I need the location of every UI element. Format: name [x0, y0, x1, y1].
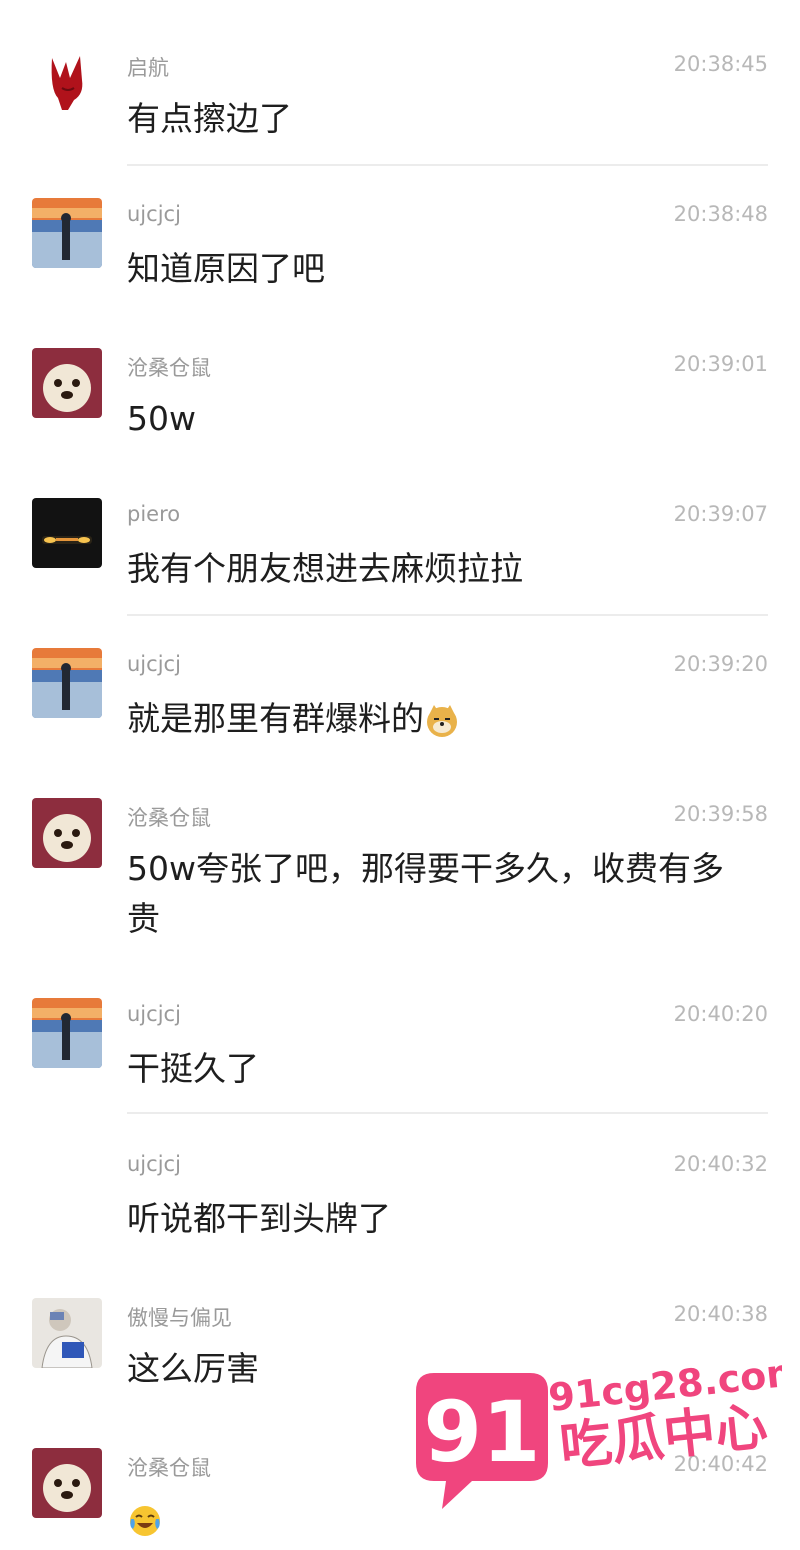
- message-item[interactable]: 沧桑仓鼠 20:39:01 50w: [0, 300, 800, 450]
- sender-name[interactable]: 启航: [127, 52, 169, 82]
- message-time: 20:40:20: [673, 1002, 768, 1026]
- message-item[interactable]: ujcjcj 20:40:32 听说都干到头牌了: [0, 1100, 800, 1250]
- hand-gesture-avatar[interactable]: [32, 48, 102, 118]
- message-text-body: 就是那里有群爆料的: [127, 699, 424, 738]
- message-time: 20:39:20: [673, 652, 768, 676]
- message-item[interactable]: ujcjcj 20:39:20 就是那里有群爆料的: [0, 600, 800, 750]
- message-time: 20:40:32: [673, 1152, 768, 1176]
- sender-name[interactable]: ujcjcj: [127, 1002, 181, 1026]
- dog-avatar[interactable]: [32, 798, 102, 868]
- message-text: 我有个朋友想进去麻烦拉拉: [127, 549, 523, 588]
- message-text: 50w: [127, 399, 196, 438]
- message-text: 有点擦边了: [127, 99, 292, 138]
- sender-name[interactable]: ujcjcj: [127, 1152, 181, 1176]
- message-item[interactable]: ujcjcj 20:38:48 知道原因了吧: [0, 150, 800, 300]
- watermark-logo: 91 91cg28.com 吃瓜中心: [402, 1333, 800, 1513]
- message-item[interactable]: piero 20:39:07 我有个朋友想进去麻烦拉拉: [0, 450, 800, 616]
- sender-name[interactable]: 沧桑仓鼠: [127, 352, 211, 382]
- message-time: 20:38:48: [673, 202, 768, 226]
- sunset-figure-avatar[interactable]: [32, 998, 102, 1068]
- message-text: 50w夸张了吧，那得要干多久，收费有多贵: [127, 849, 724, 938]
- sunset-figure-avatar[interactable]: [32, 198, 102, 268]
- sender-name[interactable]: piero: [127, 502, 180, 526]
- message-time: 20:40:38: [673, 1302, 768, 1326]
- message-item[interactable]: ujcjcj 20:40:20 干挺久了: [0, 950, 800, 1114]
- sender-name[interactable]: ujcjcj: [127, 202, 181, 226]
- message-text: 知道原因了吧: [127, 249, 325, 288]
- doge-emoji: [427, 704, 457, 737]
- night-car-avatar[interactable]: [32, 498, 102, 568]
- message-text: 干挺久了: [127, 1049, 259, 1088]
- message-item[interactable]: 启航 20:38:45 有点擦边了: [0, 0, 800, 166]
- message-time: 20:39:58: [673, 802, 768, 826]
- sunset-figure-avatar[interactable]: [32, 648, 102, 718]
- message-time: 20:39:07: [673, 502, 768, 526]
- dog-avatar[interactable]: [32, 348, 102, 418]
- message-time: 20:39:01: [673, 352, 768, 376]
- message-text: 听说都干到头牌了: [127, 1199, 391, 1238]
- sketch-person-avatar[interactable]: [32, 1298, 102, 1368]
- sender-name[interactable]: 傲慢与偏见: [127, 1302, 232, 1332]
- message-time: 20:38:45: [673, 52, 768, 76]
- watermark-number: 91: [424, 1383, 541, 1481]
- message-text: 就是那里有群爆料的: [127, 694, 747, 744]
- dog-avatar[interactable]: [32, 1448, 102, 1518]
- sender-name[interactable]: 沧桑仓鼠: [127, 802, 211, 832]
- sender-name[interactable]: 沧桑仓鼠: [127, 1452, 211, 1482]
- chat-message-list: 启航 20:38:45 有点擦边了 ujcjcj 20:38:48 知道原因了吧…: [0, 0, 800, 1542]
- laughing-tears-emoji: [130, 1505, 160, 1536]
- sender-name[interactable]: ujcjcj: [127, 652, 181, 676]
- message-item[interactable]: 沧桑仓鼠 20:39:58 50w夸张了吧，那得要干多久，收费有多贵: [0, 750, 800, 938]
